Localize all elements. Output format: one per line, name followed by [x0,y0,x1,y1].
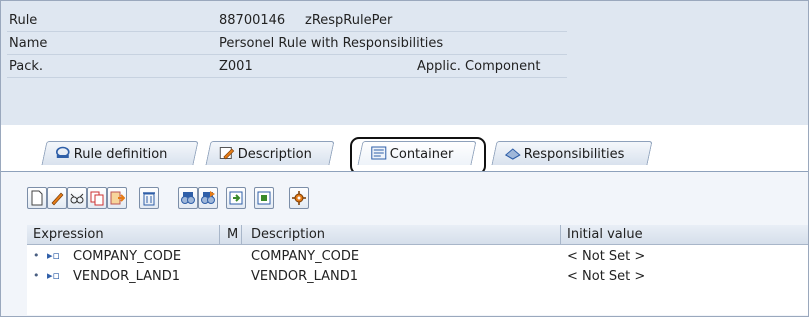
container-table: Expression M Description Initial value •… [27,225,808,315]
container-tab-highlight [350,137,486,175]
responsibilities-icon [504,148,521,160]
name-label: Name [9,36,48,51]
tab-responsibilities[interactable]: Responsibilities [491,141,653,165]
insert-button[interactable] [107,187,127,209]
find-next-button[interactable] [198,187,218,209]
column-initial-value[interactable]: Initial value [567,227,643,242]
settings-button[interactable] [289,187,309,209]
table-row[interactable]: • ▸▫ COMPANY_CODE COMPANY_CODE < Not Set… [27,247,808,267]
element-node-icon: ▸▫ [47,249,60,262]
applic-component-label: Applic. Component [417,59,541,74]
bullet-icon: • [33,249,40,262]
edit-button[interactable] [47,187,67,209]
delete-icon [143,192,155,206]
rule-label: Rule [9,13,38,28]
insert-icon [110,191,125,205]
pack-value[interactable]: Z001 [219,59,253,74]
rule-definition-icon [55,146,70,158]
name-row: Name Personel Rule with Responsibilities [7,34,607,54]
glasses-icon [70,193,84,204]
import-icon [229,191,243,205]
name-value: Personel Rule with Responsibilities [219,36,444,51]
edit-icon [51,192,64,206]
tab-label: Responsibilities [523,147,625,162]
cell-initial-value: < Not Set > [567,269,646,284]
column-m[interactable]: M [227,227,238,242]
column-separator [219,225,220,245]
column-description[interactable]: Description [251,227,325,242]
rule-header: Rule 88700146 zRespRulePer Name Personel… [1,1,808,125]
settings-icon [292,191,306,205]
column-separator [560,225,561,245]
display-button[interactable] [67,187,87,209]
create-button[interactable] [27,187,47,209]
copy-icon [90,191,104,206]
cell-description: VENDOR_LAND1 [251,269,359,284]
tab-label: Rule definition [73,147,168,162]
rule-id: 88700146 [219,13,286,28]
create-icon [31,190,43,206]
tab-description[interactable]: Description [205,141,335,165]
divider [7,77,567,78]
table-row[interactable]: • ▸▫ VENDOR_LAND1 VENDOR_LAND1 < Not Set… [27,267,808,287]
rule-row: Rule 88700146 zRespRulePer [7,11,607,31]
element-node-icon: ▸▫ [47,269,60,282]
tab-label: Description [237,147,312,162]
copy-button[interactable] [87,187,107,209]
divider [7,31,567,32]
tab-rule-definition[interactable]: Rule definition [41,141,199,165]
table-header: Expression M Description Initial value [27,225,808,245]
column-expression[interactable]: Expression [33,227,104,242]
cell-initial-value: < Not Set > [567,249,646,264]
description-icon [219,147,235,160]
rule-code: zRespRulePer [305,13,393,28]
find-next-icon [201,191,215,204]
column-separator [241,225,242,245]
export-button[interactable] [254,187,274,209]
cell-expression: COMPANY_CODE [73,249,182,264]
pack-row: Pack. Z001 Applic. Component [7,57,607,77]
pack-label: Pack. [9,59,44,74]
find-icon [181,192,195,204]
delete-button[interactable] [139,187,159,209]
import-button[interactable] [226,187,246,209]
cell-description: COMPANY_CODE [251,249,360,264]
bullet-icon: • [33,269,40,282]
export-icon [257,191,271,205]
find-button[interactable] [178,187,198,209]
divider [7,54,567,55]
cell-expression: VENDOR_LAND1 [73,269,181,284]
